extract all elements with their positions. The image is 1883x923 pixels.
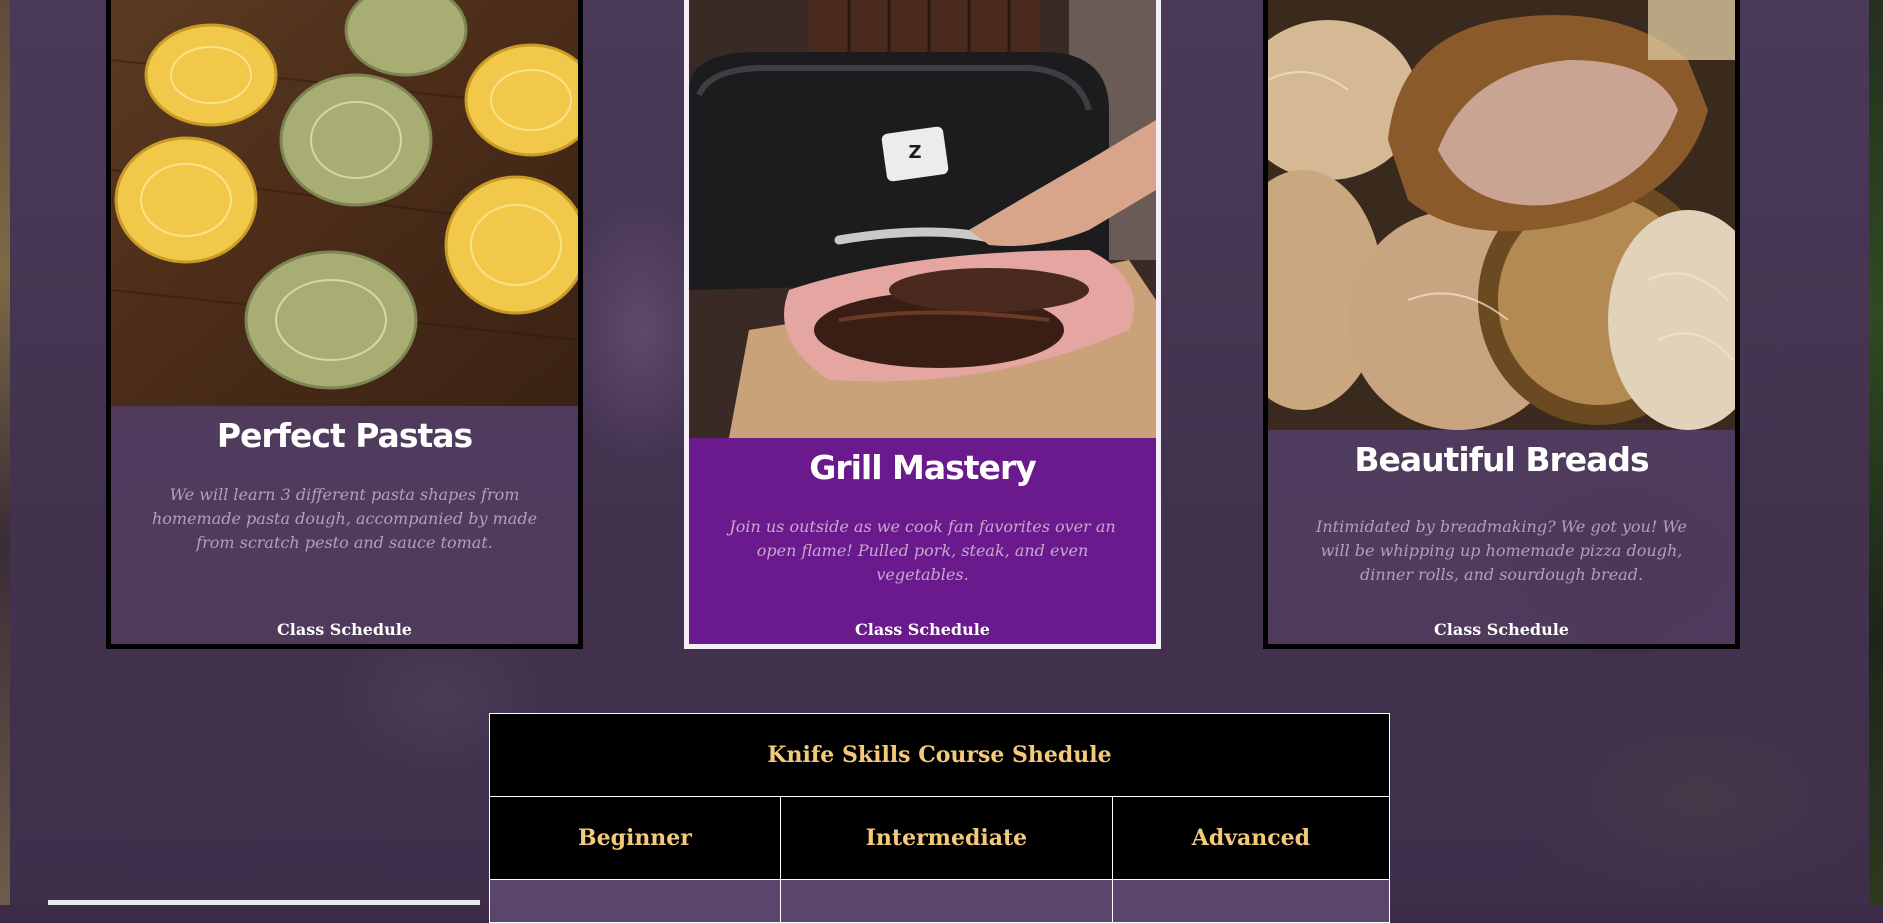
column-header-beginner: Beginner — [489, 796, 781, 880]
table-title-row: Knife Skills Course Shedule — [489, 713, 1390, 797]
card-title: Beautiful Breads — [1354, 440, 1649, 479]
table-cell — [1111, 879, 1391, 923]
card-title: Grill Mastery — [809, 448, 1036, 487]
table-row — [489, 879, 1391, 923]
class-schedule-link[interactable]: Class Schedule — [111, 620, 578, 639]
knife-skills-schedule-table: Knife Skills Course Shedule Beginner Int… — [489, 713, 1391, 923]
background-edge-left — [0, 0, 10, 905]
class-schedule-link[interactable]: Class Schedule — [1268, 620, 1735, 639]
pasta-photo — [111, 0, 578, 406]
table-title: Knife Skills Course Shedule — [489, 713, 1390, 797]
card-description: We will learn 3 different pasta shapes f… — [151, 485, 538, 552]
card-title: Perfect Pastas — [216, 416, 473, 455]
class-card-breads: Beautiful Breads Intimidated by breadmak… — [1263, 0, 1740, 649]
card-description: Join us outside as we cook fan favorites… — [729, 517, 1116, 584]
table-cell — [489, 879, 781, 923]
grill-photo: Z — [689, 0, 1156, 438]
horizontal-scrollbar[interactable] — [48, 900, 480, 905]
svg-text:Z: Z — [908, 142, 921, 163]
class-card-grill: Z Grill Mastery Join us outside as we co… — [684, 0, 1161, 649]
column-header-advanced: Advanced — [1111, 796, 1391, 880]
table-cell — [779, 879, 1113, 923]
column-header-intermediate: Intermediate — [779, 796, 1113, 880]
background-edge-right — [1869, 0, 1883, 905]
class-schedule-link[interactable]: Class Schedule — [689, 620, 1156, 639]
card-description: Intimidated by breadmaking? We got you! … — [1316, 517, 1687, 584]
table-header-row: Beginner Intermediate Advanced — [489, 796, 1391, 880]
bread-photo — [1268, 0, 1735, 430]
class-card-pastas: Perfect Pastas We will learn 3 different… — [106, 0, 583, 649]
